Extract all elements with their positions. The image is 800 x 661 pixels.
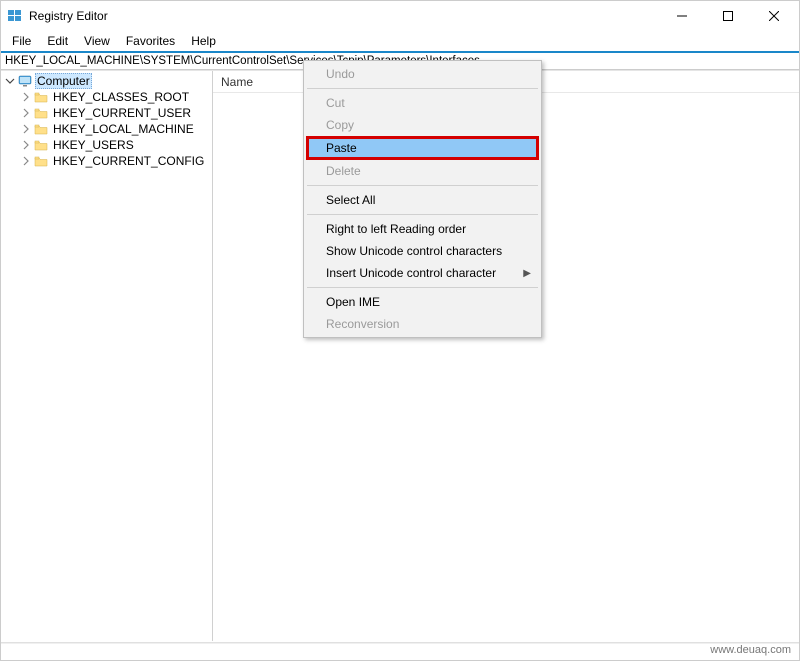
menu-edit[interactable]: Edit [40,32,75,50]
ctx-label: Cut [326,96,345,110]
tree-label: HKEY_CURRENT_CONFIG [51,154,206,168]
folder-icon [33,106,49,120]
folder-icon [33,154,49,168]
tree-pane: Computer HKEY_CLASSES_ROOT HKEY_CURRENT_… [1,71,213,641]
ctx-label: Right to left Reading order [326,222,466,236]
ctx-label: Show Unicode control characters [326,244,502,258]
ctx-paste[interactable]: Paste [306,136,539,160]
ctx-label: Undo [326,67,355,81]
close-button[interactable] [751,1,797,31]
tree-children: HKEY_CLASSES_ROOT HKEY_CURRENT_USER HKEY… [3,89,212,169]
tree-label: Computer [35,73,92,89]
tree-node-hku[interactable]: HKEY_USERS [19,137,212,153]
tree-label: HKEY_CLASSES_ROOT [51,90,191,104]
ctx-label: Copy [326,118,354,132]
ctx-separator [307,88,538,89]
ctx-insert-unicode[interactable]: Insert Unicode control character ▶ [306,262,539,284]
ctx-separator [307,185,538,186]
tree-node-hkcr[interactable]: HKEY_CLASSES_ROOT [19,89,212,105]
folder-icon [33,138,49,152]
menu-favorites[interactable]: Favorites [119,32,182,50]
computer-icon [17,74,33,88]
expander-icon[interactable] [3,76,17,86]
ctx-label: Open IME [326,295,380,309]
ctx-separator [307,214,538,215]
tree-node-hkcu[interactable]: HKEY_CURRENT_USER [19,105,212,121]
chevron-right-icon: ▶ [523,268,531,279]
column-label: Name [221,75,253,89]
menubar: File Edit View Favorites Help [1,31,799,51]
tree-node-hklm[interactable]: HKEY_LOCAL_MACHINE [19,121,212,137]
ctx-label: Reconversion [326,317,399,331]
ctx-undo[interactable]: Undo [306,63,539,85]
expander-icon[interactable] [19,108,33,118]
status-bar [1,642,799,644]
context-menu: Undo Cut Copy Paste Delete Select All Ri… [303,60,542,338]
tree-node-hkcc[interactable]: HKEY_CURRENT_CONFIG [19,153,212,169]
expander-icon[interactable] [19,124,33,134]
app-icon [7,8,23,24]
expander-icon[interactable] [19,140,33,150]
expander-icon[interactable] [19,156,33,166]
ctx-cut[interactable]: Cut [306,92,539,114]
window-title: Registry Editor [29,9,108,23]
ctx-label: Paste [326,141,357,155]
menu-view[interactable]: View [77,32,117,50]
ctx-reconversion[interactable]: Reconversion [306,313,539,335]
folder-icon [33,90,49,104]
ctx-label: Delete [326,164,361,178]
tree-label: HKEY_LOCAL_MACHINE [51,122,196,136]
minimize-button[interactable] [659,1,705,31]
expander-icon[interactable] [19,92,33,102]
ctx-label: Select All [326,193,375,207]
ctx-label: Insert Unicode control character [326,266,496,280]
tree-label: HKEY_CURRENT_USER [51,106,193,120]
titlebar: Registry Editor [1,1,799,31]
ctx-separator [307,287,538,288]
ctx-select-all[interactable]: Select All [306,189,539,211]
menu-help[interactable]: Help [184,32,223,50]
tree-label: HKEY_USERS [51,138,136,152]
ctx-show-unicode[interactable]: Show Unicode control characters [306,240,539,262]
maximize-button[interactable] [705,1,751,31]
folder-icon [33,122,49,136]
tree-root-computer[interactable]: Computer [3,73,212,89]
ctx-rtl-reading[interactable]: Right to left Reading order [306,218,539,240]
ctx-copy[interactable]: Copy [306,114,539,136]
menu-file[interactable]: File [5,32,38,50]
ctx-delete[interactable]: Delete [306,160,539,182]
ctx-open-ime[interactable]: Open IME [306,291,539,313]
watermark: www.deuaq.com [710,644,791,656]
